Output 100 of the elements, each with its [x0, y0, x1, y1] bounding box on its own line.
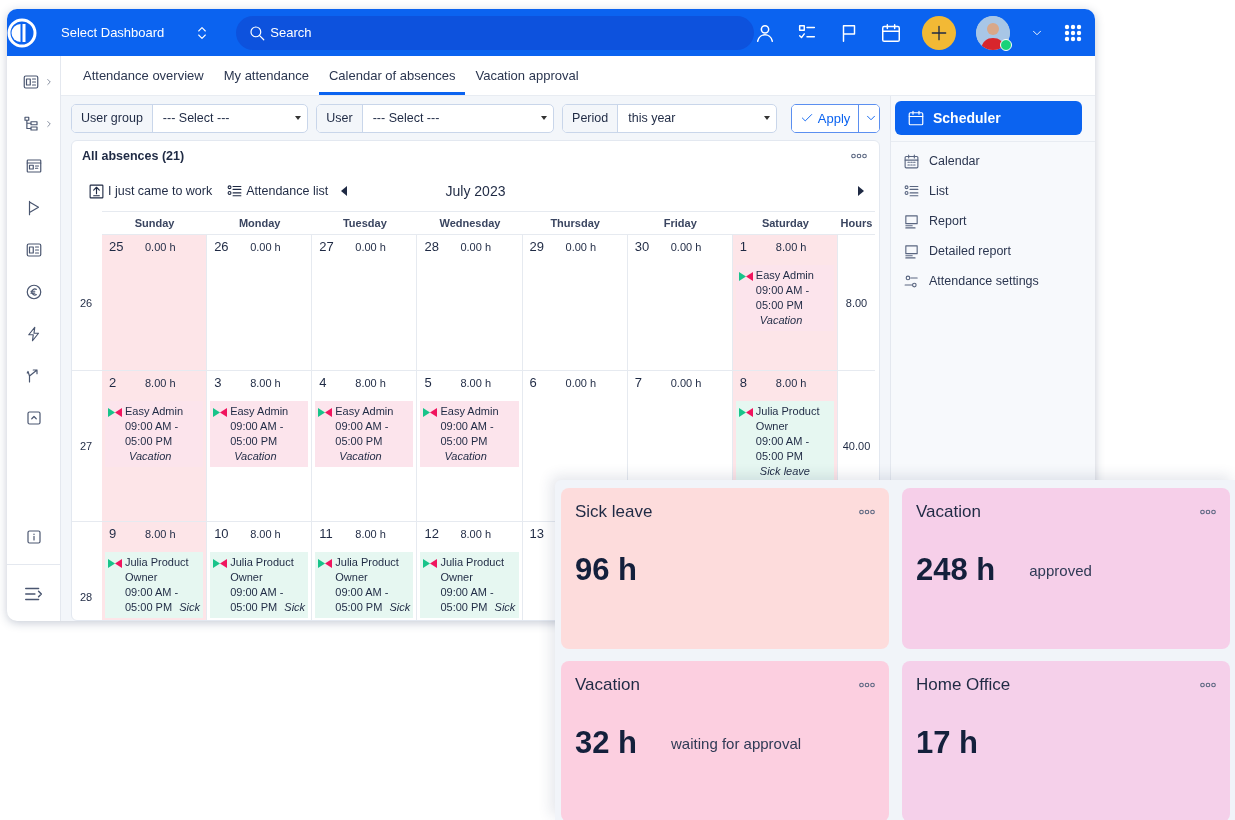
- day-hours: 0.00 h: [565, 376, 597, 391]
- tab[interactable]: Vacation approval: [465, 59, 589, 95]
- filter-select[interactable]: User --- Select ---: [316, 103, 555, 133]
- more-icon[interactable]: [859, 682, 875, 688]
- event-time: 09:00 AM - 05:00 PM: [125, 420, 179, 447]
- day-hours: 8.00 h: [145, 527, 176, 542]
- day-cell[interactable]: 2 8.00 h Easy Admin 09:00 AM - 05:00 PM Vacation: [102, 371, 208, 522]
- dashboard-icon: [24, 241, 43, 259]
- side-link[interactable]: List: [903, 180, 949, 202]
- day-number: 10: [214, 526, 230, 541]
- day-number: 7: [634, 375, 643, 390]
- day-number: 3: [214, 375, 223, 390]
- day-number: 8: [739, 375, 749, 390]
- event-person: Easy Admin: [125, 404, 185, 419]
- absence-event[interactable]: Julia Product Owner 09:00 AM - 05:00 PM Sick leave: [735, 401, 834, 482]
- absence-event[interactable]: Easy Admin 09:00 AM - 05:00 PM Vacation: [420, 401, 519, 467]
- absence-event[interactable]: Easy Admin 09:00 AM - 05:00 PM Vacation: [210, 401, 309, 467]
- toolbar-action[interactable]: I just came to work: [86, 180, 215, 202]
- event-person: Easy Admin: [230, 404, 290, 419]
- absence-event[interactable]: Julia Product Owner 09:00 AM - 05:00 PM Sick: [315, 552, 414, 618]
- absence-event[interactable]: Easy Admin 09:00 AM - 05:00 PM Vacation: [105, 401, 204, 467]
- day-cell[interactable]: 28 0.00 h: [417, 235, 523, 371]
- day-number: 11: [319, 526, 334, 541]
- bowtie-icon: [318, 408, 333, 417]
- status-note: waiting for approval: [671, 734, 802, 752]
- day-cell[interactable]: 9 8.00 h Julia Product Owner 09:00 AM - 05:00 PM Sick: [102, 522, 208, 620]
- absence-event[interactable]: Easy Admin 09:00 AM - 05:00 PM Vacation: [735, 265, 834, 331]
- absence-event[interactable]: Julia Product Owner 09:00 AM - 05:00 PM Sick: [420, 552, 519, 618]
- next-month-icon[interactable]: [857, 186, 865, 196]
- calendar-icon: [880, 21, 903, 44]
- event-time: 09:00 AM - 05:00 PM: [755, 435, 810, 462]
- side-link[interactable]: Attendance settings: [903, 270, 1039, 292]
- more-icon[interactable]: [1200, 682, 1216, 688]
- day-cell[interactable]: 5 8.00 h Easy Admin 09:00 AM - 05:00 PM Vacation: [417, 371, 523, 522]
- card-title: Vacation: [575, 675, 640, 695]
- search-field[interactable]: Search: [236, 15, 755, 50]
- event-type: Sick: [494, 601, 516, 613]
- add-button[interactable]: [922, 15, 957, 50]
- tab[interactable]: My attendance: [213, 59, 319, 95]
- day-cell[interactable]: 10 8.00 h Julia Product Owner 09:00 AM - 05:00 PM Sick: [207, 522, 313, 620]
- more-icon[interactable]: [851, 153, 867, 159]
- dashboard-icon: [21, 73, 40, 91]
- day-number: 29: [529, 239, 546, 254]
- day-hours: 0.00 h: [670, 376, 702, 391]
- day-cell[interactable]: 1 8.00 h Easy Admin 09:00 AM - 05:00 PM Vacation: [732, 235, 838, 371]
- filter-select[interactable]: User group --- Select ---: [71, 103, 309, 133]
- bowtie-icon: [318, 559, 333, 568]
- avatar[interactable]: [976, 15, 1011, 50]
- side-link[interactable]: Calendar: [903, 150, 980, 172]
- info-icon: [24, 528, 43, 546]
- apps-grid-icon[interactable]: [1064, 23, 1083, 42]
- toolbar-action[interactable]: Attendance list: [224, 180, 331, 202]
- logo-icon[interactable]: [7, 17, 37, 48]
- event-type: Sick leave: [759, 465, 810, 477]
- absence-event[interactable]: Easy Admin 09:00 AM - 05:00 PM Vacation: [315, 401, 414, 467]
- more-icon[interactable]: [1200, 509, 1216, 515]
- day-number: 6: [529, 375, 538, 390]
- day-hours: 8.00 h: [775, 376, 807, 391]
- event-person: Julia Product Owner: [125, 555, 190, 585]
- filter-select[interactable]: Period this year: [562, 103, 777, 133]
- event-person: Easy Admin: [335, 404, 395, 419]
- day-cell[interactable]: 30 0.00 h: [627, 235, 733, 371]
- calendar-icon: [907, 109, 925, 127]
- event-time: 09:00 AM - 05:00 PM: [755, 284, 810, 311]
- day-number: 9: [109, 526, 118, 541]
- tab[interactable]: Attendance overview: [73, 59, 214, 95]
- day-cell[interactable]: 12 8.00 h Julia Product Owner 09:00 AM - 05:00 PM Sick: [417, 522, 523, 620]
- side-link[interactable]: Detailed report: [903, 240, 1011, 262]
- absence-event[interactable]: Julia Product Owner 09:00 AM - 05:00 PM Sick: [105, 552, 204, 618]
- day-cell[interactable]: 27 0.00 h: [312, 235, 418, 371]
- event-time: 09:00 AM - 05:00 PM: [440, 420, 494, 447]
- bowtie-icon: [108, 559, 122, 568]
- day-number: 2: [109, 375, 118, 390]
- event-person: Julia Product Owner: [755, 404, 821, 434]
- bowtie-icon: [213, 559, 228, 568]
- scheduler-button[interactable]: Scheduler: [895, 101, 1082, 135]
- day-hours: 8.00 h: [460, 527, 491, 542]
- day-cell[interactable]: 29 0.00 h: [522, 235, 628, 371]
- day-cell[interactable]: 26 0.00 h: [207, 235, 313, 371]
- previous-month-icon[interactable]: [340, 186, 349, 196]
- event-type: Vacation: [234, 450, 277, 462]
- event-time: 09:00 AM - 05:00 PM: [125, 586, 179, 613]
- day-cell[interactable]: 11 8.00 h Julia Product Owner 09:00 AM - 05:00 PM Sick: [312, 522, 418, 620]
- day-number: 25: [109, 239, 125, 254]
- chevron-box-icon: [24, 409, 43, 427]
- day-cell[interactable]: 25 0.00 h: [102, 235, 208, 371]
- absence-event[interactable]: Julia Product Owner 09:00 AM - 05:00 PM Sick: [210, 552, 309, 618]
- day-hours: 0.00 h: [355, 240, 386, 255]
- day-cell[interactable]: 4 8.00 h Easy Admin 09:00 AM - 05:00 PM Vacation: [312, 371, 418, 522]
- more-icon[interactable]: [859, 509, 875, 515]
- side-link[interactable]: Report: [903, 210, 967, 232]
- calendar-icon: [903, 152, 920, 170]
- dashboard-select[interactable]: Select Dashboard: [57, 18, 215, 47]
- event-time: 09:00 AM - 05:00 PM: [440, 586, 494, 613]
- day-hours: 0.00 h: [670, 240, 702, 255]
- day-cell[interactable]: 3 8.00 h Easy Admin 09:00 AM - 05:00 PM Vacation: [207, 371, 313, 522]
- apply-button[interactable]: Apply: [791, 104, 860, 132]
- event-type: Vacation: [129, 450, 172, 462]
- day-number: 27: [319, 239, 335, 254]
- hours-total: 248 h: [916, 552, 996, 588]
